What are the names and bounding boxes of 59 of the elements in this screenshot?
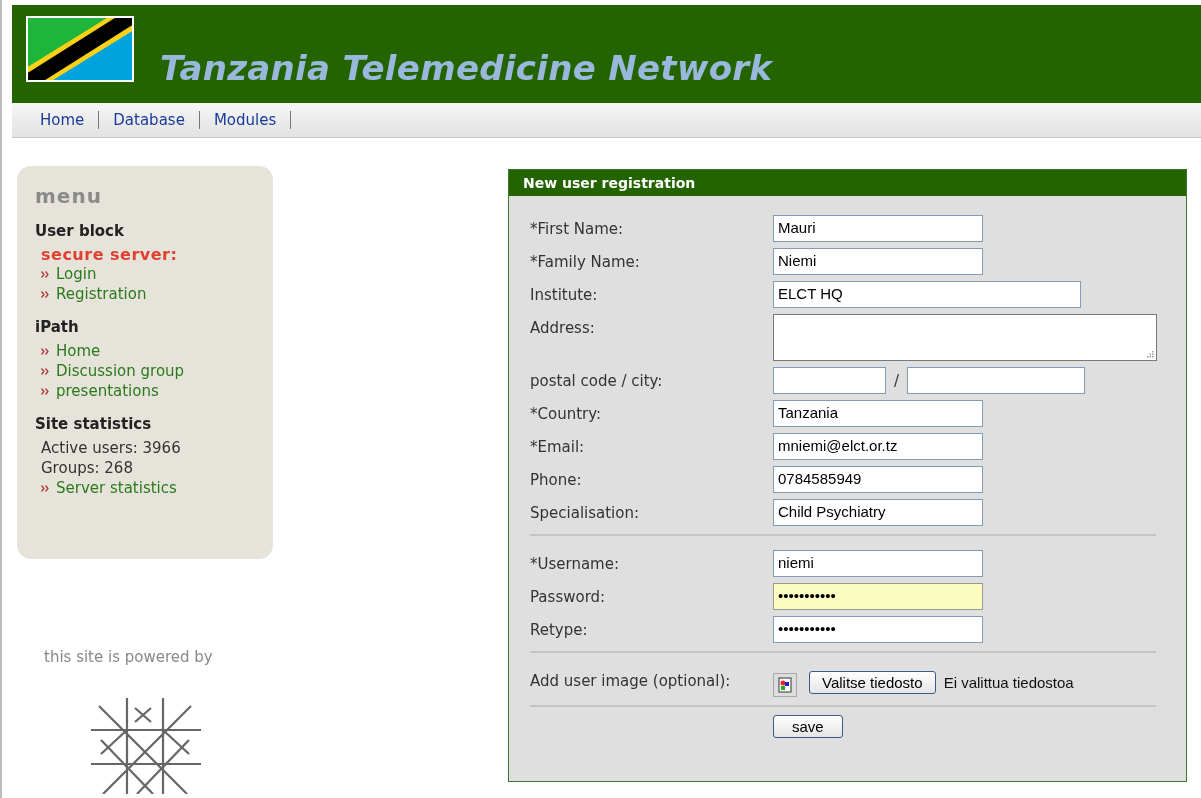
image-file-icon bbox=[773, 673, 797, 697]
field-label: Add user image (optional): bbox=[530, 672, 731, 690]
input-field[interactable]: niemi bbox=[773, 550, 983, 577]
panel-title: New user registration bbox=[509, 170, 1186, 196]
nav-link[interactable]: Database bbox=[103, 111, 195, 129]
resize-grip-icon bbox=[1147, 351, 1154, 358]
nav-link[interactable]: Modules bbox=[203, 111, 287, 129]
section-heading: User block bbox=[35, 222, 125, 240]
nav-link[interactable]: Home bbox=[30, 111, 95, 129]
field-label: Address: bbox=[530, 319, 595, 337]
field-label: *Family Name: bbox=[530, 253, 640, 271]
input-field[interactable]: mniemi@elct.or.tz bbox=[773, 433, 983, 460]
menu-link[interactable]: Login bbox=[56, 264, 97, 284]
double-chevron-icon bbox=[41, 270, 49, 278]
input-field[interactable]: Mauri bbox=[773, 215, 983, 242]
input-field[interactable]: ••••••••••• bbox=[773, 583, 983, 610]
file-status-text: Ei valittua tiedostoa bbox=[943, 673, 1074, 691]
input-field[interactable]: 0784585949 bbox=[773, 466, 983, 493]
site-title: Tanzania Telemedicine Network bbox=[160, 48, 773, 88]
menu-link[interactable]: Server statistics bbox=[56, 478, 177, 498]
field-label: Specialisation: bbox=[530, 504, 639, 522]
field-label: *Username: bbox=[530, 555, 620, 573]
section-heading: iPath bbox=[35, 318, 80, 336]
powered-by-text: this site is powered by bbox=[44, 648, 214, 666]
field-label: *First Name: bbox=[530, 220, 624, 238]
textarea-field[interactable] bbox=[773, 314, 1157, 361]
field-label: Retype: bbox=[530, 621, 588, 639]
menu-link[interactable]: Discussion group bbox=[56, 361, 185, 381]
flag-icon bbox=[26, 16, 134, 82]
double-chevron-icon bbox=[41, 387, 49, 395]
field-label: Password: bbox=[530, 588, 606, 606]
menu-link[interactable]: Home bbox=[56, 341, 101, 361]
field-label: Institute: bbox=[530, 286, 598, 304]
postal-code-field[interactable] bbox=[773, 367, 886, 394]
menu-link[interactable]: Registration bbox=[56, 284, 147, 304]
field-label: *Email: bbox=[530, 438, 585, 456]
statistic-text: Groups: 268 bbox=[41, 458, 134, 478]
menu-title: menu bbox=[35, 184, 103, 208]
menu-link[interactable]: presentations bbox=[56, 381, 159, 401]
city-field[interactable] bbox=[907, 367, 1086, 394]
field-label: Phone: bbox=[530, 471, 582, 489]
input-field[interactable]: ELCT HQ bbox=[773, 281, 1081, 308]
double-chevron-icon bbox=[41, 290, 49, 298]
star-grid-logo-icon bbox=[91, 698, 201, 794]
field-label: postal code / city: bbox=[530, 372, 663, 390]
section-heading: Site statistics bbox=[35, 415, 153, 433]
double-chevron-icon bbox=[41, 347, 49, 355]
double-chevron-icon bbox=[41, 484, 49, 492]
input-field[interactable]: Niemi bbox=[773, 248, 983, 275]
input-field[interactable]: Tanzania bbox=[773, 400, 983, 427]
field-label: *Country: bbox=[530, 405, 602, 423]
slash-separator: / bbox=[894, 371, 900, 390]
input-field[interactable]: Child Psychiatry bbox=[773, 499, 983, 526]
choose-file-button[interactable]: Valitse tiedosto bbox=[809, 670, 936, 694]
input-field[interactable]: ••••••••••• bbox=[773, 616, 983, 643]
double-chevron-icon bbox=[41, 367, 49, 375]
secure-server-label: secure server: bbox=[41, 245, 179, 264]
statistic-text: Active users: 3966 bbox=[41, 438, 182, 458]
save-button[interactable]: save bbox=[773, 715, 843, 738]
